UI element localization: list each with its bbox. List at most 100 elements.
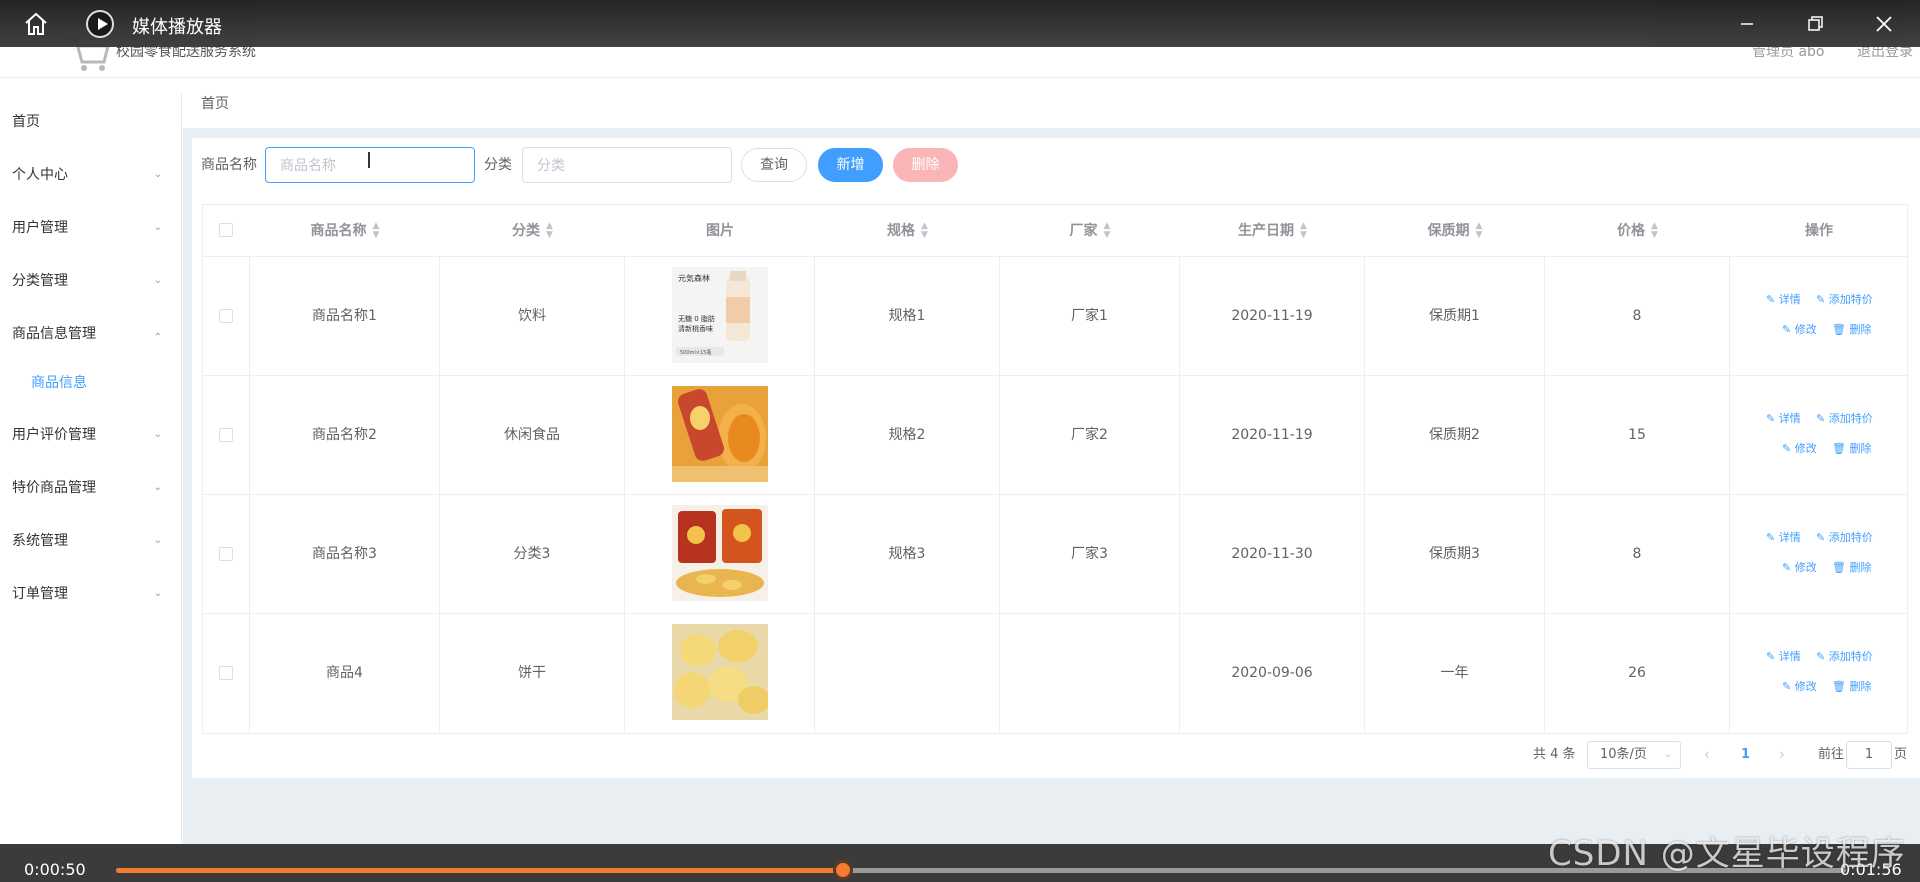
sidebar-item-label: 用户评价管理: [12, 427, 96, 443]
sidebar-item-products[interactable]: 商品信息管理 ⌃: [0, 309, 182, 359]
seek-progress: [116, 868, 843, 873]
cell-name: 商品名称3: [250, 495, 440, 614]
edit-link[interactable]: ✎ 修改: [1782, 680, 1817, 694]
chevron-down-icon: ⌄: [153, 588, 162, 599]
column-header-maker[interactable]: 厂家 ▲ ▼: [1000, 205, 1180, 257]
table-row: 商品名称1 饮料 元気森林 无糖 0 脂肪 清新桃香味 500ml×15瓶 规格…: [203, 257, 1907, 376]
sort-icon[interactable]: ▲ ▼: [1476, 222, 1483, 240]
column-header-name[interactable]: 商品名称 ▲ ▼: [250, 205, 440, 257]
delete-link[interactable]: 🗑 删除: [1832, 561, 1871, 575]
add-special-link[interactable]: ✎ 添加特价: [1816, 531, 1873, 545]
cell-actions: ✎ 详情 ✎ 添加特价 ✎ 修改 🗑 删除: [1730, 376, 1908, 495]
restore-icon[interactable]: [1801, 10, 1829, 38]
product-image-biscuits[interactable]: [671, 624, 768, 720]
current-time: 0:00:50: [24, 860, 86, 879]
add-button[interactable]: 新增: [818, 148, 883, 182]
category-input[interactable]: [522, 147, 732, 183]
cell-category: 分类3: [440, 495, 625, 614]
cell-name: 商品名称1: [250, 257, 440, 376]
chevron-down-icon: ⌄: [153, 535, 162, 546]
sidebar-item-orders[interactable]: 订单管理 ⌄: [0, 569, 182, 619]
next-page-icon[interactable]: ›: [1779, 741, 1785, 769]
add-special-link[interactable]: ✎ 添加特价: [1816, 650, 1873, 664]
home-icon[interactable]: [22, 10, 50, 38]
delete-link[interactable]: 🗑 删除: [1832, 323, 1871, 337]
edit-link[interactable]: ✎ 修改: [1782, 323, 1817, 337]
delete-link[interactable]: 🗑 删除: [1832, 680, 1871, 694]
cell-maker: 厂家2: [1000, 376, 1180, 495]
add-special-link[interactable]: ✎ 添加特价: [1816, 293, 1873, 307]
sidebar-item-personal[interactable]: 个人中心 ⌄: [0, 150, 182, 200]
row-checkbox[interactable]: [219, 547, 233, 561]
sort-icon[interactable]: ▲ ▼: [1300, 222, 1307, 240]
delete-link[interactable]: 🗑 删除: [1832, 442, 1871, 456]
cell-price: 15: [1545, 376, 1730, 495]
detail-link[interactable]: ✎ 详情: [1766, 293, 1801, 307]
sidebar-item-reviews[interactable]: 用户评价管理 ⌄: [0, 410, 182, 460]
detail-link[interactable]: ✎ 详情: [1766, 412, 1801, 426]
cell-image: [625, 614, 815, 733]
seek-handle[interactable]: [832, 860, 853, 880]
cell-price: 8: [1545, 257, 1730, 376]
column-header-image: 图片: [706, 223, 734, 239]
product-name-input[interactable]: [265, 147, 475, 183]
column-header-date[interactable]: 生产日期 ▲ ▼: [1180, 205, 1365, 257]
sort-icon[interactable]: ▲ ▼: [546, 222, 553, 240]
prev-page-icon[interactable]: ‹: [1704, 741, 1710, 769]
sidebar: 首页 个人中心 ⌄ 用户管理 ⌄ 分类管理 ⌄ 商品信息管理 ⌃ 商品信息 用户评价管理…: [0, 94, 182, 844]
column-header-shelf-life[interactable]: 保质期 ▲ ▼: [1365, 205, 1545, 257]
select-all-checkbox[interactable]: [219, 223, 233, 237]
image-text-brand: 元気森林: [678, 273, 710, 283]
cell-spec: 规格3: [815, 495, 1000, 614]
sidebar-item-home[interactable]: 首页: [0, 97, 182, 147]
sidebar-item-system[interactable]: 系统管理 ⌄: [0, 516, 182, 566]
goto-label: 前往: [1818, 747, 1845, 762]
sidebar-item-categories[interactable]: 分类管理 ⌄: [0, 256, 182, 306]
breadcrumb-bar: 首页: [183, 94, 1920, 128]
product-image-crackers[interactable]: [671, 505, 768, 601]
cell-shelf-life: 保质期3: [1365, 495, 1545, 614]
sort-icon[interactable]: ▲ ▼: [1104, 222, 1111, 240]
row-checkbox[interactable]: [219, 428, 233, 442]
row-checkbox[interactable]: [219, 666, 233, 680]
page-number-current[interactable]: 1: [1741, 741, 1750, 769]
product-image-snack[interactable]: [671, 386, 768, 482]
breadcrumb[interactable]: 首页: [201, 94, 229, 114]
text-cursor: [368, 152, 370, 168]
cell-price: 26: [1545, 614, 1730, 733]
cell-maker: [1000, 614, 1180, 733]
chevron-down-icon: ⌄: [153, 222, 162, 233]
window-title: 媒体播放器: [132, 17, 222, 38]
image-text-size: 500ml×15瓶: [680, 349, 711, 356]
delete-button[interactable]: 删除: [893, 148, 958, 182]
sort-icon[interactable]: ▲ ▼: [373, 222, 380, 240]
column-header-spec[interactable]: 规格 ▲ ▼: [815, 205, 1000, 257]
row-checkbox[interactable]: [219, 309, 233, 323]
query-button[interactable]: 查询: [741, 148, 807, 182]
goto-page-input[interactable]: 1: [1846, 741, 1892, 769]
chevron-down-icon: ⌄: [153, 482, 162, 493]
sort-icon[interactable]: ▲ ▼: [921, 222, 928, 240]
sort-icon[interactable]: ▲ ▼: [1651, 222, 1658, 240]
sidebar-item-label: 商品信息管理: [12, 326, 96, 342]
sidebar-item-label: 首页: [12, 114, 40, 130]
sidebar-item-label: 个人中心: [12, 167, 68, 183]
add-special-link[interactable]: ✎ 添加特价: [1816, 412, 1873, 426]
detail-link[interactable]: ✎ 详情: [1766, 531, 1801, 545]
detail-link[interactable]: ✎ 详情: [1766, 650, 1801, 664]
minimize-icon[interactable]: [1733, 10, 1761, 38]
sidebar-subitem-product-info[interactable]: 商品信息: [0, 360, 182, 406]
cell-image: [625, 495, 815, 614]
cell-category: 饮料: [440, 257, 625, 376]
edit-link[interactable]: ✎ 修改: [1782, 442, 1817, 456]
cell-date: 2020-11-19: [1180, 257, 1365, 376]
product-image-drink[interactable]: 元気森林 无糖 0 脂肪 清新桃香味 500ml×15瓶: [671, 267, 768, 363]
edit-link[interactable]: ✎ 修改: [1782, 561, 1817, 575]
sidebar-item-users[interactable]: 用户管理 ⌄: [0, 203, 182, 253]
close-icon[interactable]: [1870, 10, 1898, 38]
column-header-price[interactable]: 价格 ▲ ▼: [1545, 205, 1730, 257]
page-size-select[interactable]: 10条/页 ⌄: [1587, 741, 1681, 769]
sidebar-item-specials[interactable]: 特价商品管理 ⌄: [0, 463, 182, 513]
cell-date: 2020-11-19: [1180, 376, 1365, 495]
column-header-category[interactable]: 分类 ▲ ▼: [440, 205, 625, 257]
